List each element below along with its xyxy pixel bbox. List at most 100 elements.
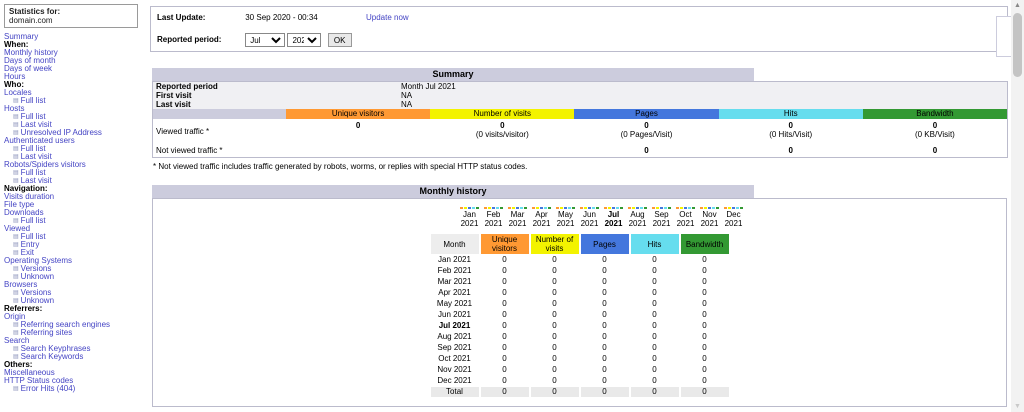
- value-cell: 0: [581, 332, 629, 342]
- month-label: Feb2021: [482, 210, 506, 228]
- value-cell: 0: [531, 266, 579, 276]
- monthly-total-row: Total00000: [431, 387, 729, 397]
- month-year: 2021: [722, 219, 746, 228]
- month-cell: Dec 2021: [431, 376, 479, 386]
- sidebar-row: ▤Error Hits (404): [4, 385, 148, 393]
- vertical-scrollbar[interactable]: ▲ ▼: [1011, 0, 1024, 412]
- summary-info-row: First visit NA: [153, 91, 1007, 100]
- month-name: May: [554, 210, 578, 219]
- zero-bar-tick: [632, 207, 635, 209]
- value-cell: 0: [481, 310, 529, 320]
- month-name: Oct: [674, 210, 698, 219]
- month-label: Sep2021: [650, 210, 674, 228]
- viewed-traffic-row: Viewed traffic * 00(0 visits/visitor)0(0…: [153, 119, 1007, 143]
- monthly-table-row: Feb 202100000: [431, 266, 729, 276]
- value-cell: 0: [531, 376, 579, 386]
- month-label: Aug2021: [626, 210, 650, 228]
- zero-bar-tick: [620, 207, 623, 209]
- value-cell: 0: [631, 299, 679, 309]
- monthly-table-row: Jul 202100000: [431, 321, 729, 331]
- value-cell: 0: [581, 354, 629, 364]
- value-cell: 0: [481, 299, 529, 309]
- monthly-table-row: Mar 202100000: [431, 277, 729, 287]
- not-viewed-traffic-label: Not viewed traffic *: [153, 143, 286, 159]
- month-name: Nov: [698, 210, 722, 219]
- reported-period-row: Reported period: Jul 2021 OK: [157, 33, 352, 47]
- zero-bar-tick: [712, 207, 715, 209]
- sidebar-row: Hours: [4, 73, 148, 81]
- zero-bar-tick: [616, 207, 619, 209]
- value-cell: 0: [531, 277, 579, 287]
- not-viewed-traffic-cell: 0: [574, 143, 718, 159]
- zero-bar-tick: [640, 207, 643, 209]
- domain-name: domain.com: [9, 16, 133, 25]
- zero-bar-tick: [468, 207, 471, 209]
- month-year: 2021: [458, 219, 482, 228]
- zero-bar-tick: [500, 207, 503, 209]
- monthly-header-month: Month: [431, 234, 479, 254]
- zero-bar-tick: [676, 207, 679, 209]
- viewed-traffic-value: 0: [863, 121, 1007, 130]
- total-value-cell: 0: [531, 387, 579, 397]
- zero-bar-tick: [652, 207, 655, 209]
- not-viewed-traffic-cell: 0: [719, 143, 863, 159]
- sidebar-subitem-error-hits-404-[interactable]: Error Hits (404): [21, 384, 76, 393]
- value-cell: 0: [681, 343, 729, 353]
- month-bar-group: [506, 207, 530, 209]
- zero-bar-tick: [604, 207, 607, 209]
- first-visit-value: NA: [401, 91, 412, 100]
- month-bar-group: [698, 207, 722, 209]
- zero-bar-tick: [508, 207, 511, 209]
- month-name: Mar: [506, 210, 530, 219]
- zero-bar-tick: [492, 207, 495, 209]
- value-cell: 0: [581, 255, 629, 265]
- update-now-link[interactable]: Update now: [366, 13, 409, 22]
- value-cell: 0: [631, 310, 679, 320]
- scrollbar-down-icon[interactable]: ▼: [1011, 403, 1024, 410]
- month-select[interactable]: Jul: [245, 33, 285, 47]
- zero-bar-tick: [544, 207, 547, 209]
- zero-bar-tick: [596, 207, 599, 209]
- zero-bar-tick: [740, 207, 743, 209]
- zero-bar-tick: [564, 207, 567, 209]
- value-cell: 0: [581, 365, 629, 375]
- value-cell: 0: [531, 288, 579, 298]
- zero-bar-tick: [728, 207, 731, 209]
- value-cell: 0: [681, 310, 729, 320]
- total-label-cell: Total: [431, 387, 479, 397]
- zero-bar-tick: [644, 207, 647, 209]
- ok-button[interactable]: OK: [328, 33, 352, 47]
- month-cell: Jul 2021: [431, 321, 479, 331]
- last-visit-value: NA: [401, 100, 412, 109]
- zero-bar-tick: [568, 207, 571, 209]
- month-name: Aug: [626, 210, 650, 219]
- zero-bar-tick: [608, 207, 611, 209]
- monthly-header-hits: Hits: [631, 234, 679, 254]
- value-cell: 0: [481, 321, 529, 331]
- viewed-traffic-cell: 0(0 Pages/Visit): [574, 119, 718, 143]
- scrollbar-up-icon[interactable]: ▲: [1011, 2, 1024, 9]
- year-select[interactable]: 2021: [287, 33, 321, 47]
- zero-bar-tick: [668, 207, 671, 209]
- zero-bar-tick: [524, 207, 527, 209]
- monthly-chart-labels: Jan2021Feb2021Mar2021Apr2021May2021Jun20…: [197, 210, 1006, 228]
- metric-header-pages: Pages: [574, 109, 718, 119]
- month-bar-group: [530, 207, 554, 209]
- value-cell: 0: [481, 255, 529, 265]
- scrollbar-thumb[interactable]: [1013, 13, 1022, 77]
- value-cell: 0: [481, 266, 529, 276]
- sidebar-menu: SummaryWhen:Monthly historyDays of month…: [4, 33, 148, 393]
- month-label: Jun2021: [578, 210, 602, 228]
- total-value-cell: 0: [481, 387, 529, 397]
- list-icon: ▤: [13, 386, 19, 392]
- zero-bar-tick: [496, 207, 499, 209]
- value-cell: 0: [631, 277, 679, 287]
- month-label: Jul2021: [602, 210, 626, 228]
- viewed-traffic-cell: 0(0 Hits/Visit): [719, 119, 863, 143]
- month-name: Jun: [578, 210, 602, 219]
- month-name: Dec: [722, 210, 746, 219]
- month-cell: Feb 2021: [431, 266, 479, 276]
- month-bar-group: [482, 207, 506, 209]
- summary-box: Reported period Month Jul 2021 First vis…: [152, 81, 1008, 158]
- value-cell: 0: [681, 332, 729, 342]
